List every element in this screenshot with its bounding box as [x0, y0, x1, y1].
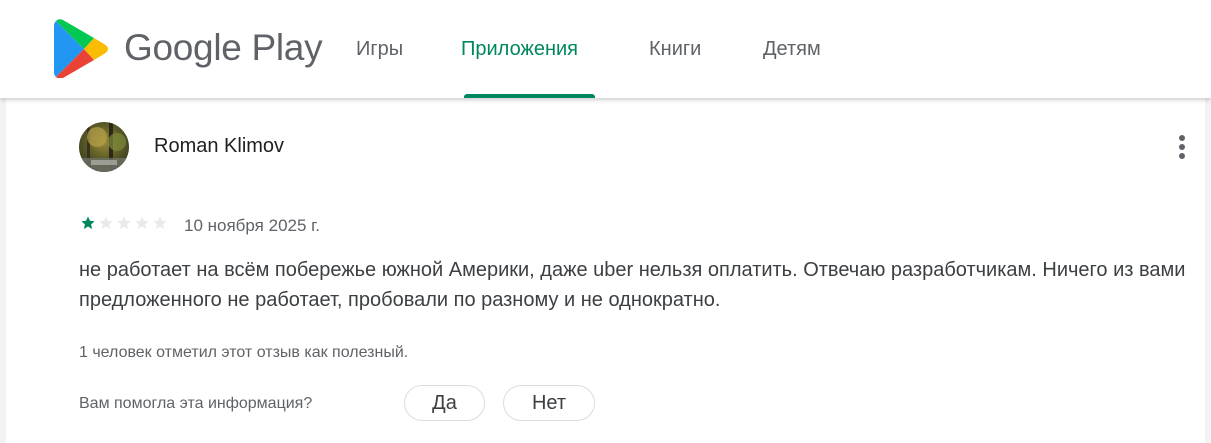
avatar: [79, 122, 129, 172]
top-app-bar: Google Play Игры Приложения Книги Детям: [0, 0, 1211, 98]
google-play-logo[interactable]: Google Play: [54, 18, 323, 78]
star-empty-icon: [99, 216, 113, 229]
no-button[interactable]: Нет: [503, 385, 595, 421]
google-play-logo-icon: [54, 18, 108, 78]
star-filled-icon: [81, 216, 95, 229]
active-tab-indicator: [464, 94, 595, 98]
nav-tab-games[interactable]: Игры: [356, 0, 403, 98]
review-text: не работает на всём побережье южной Амер…: [79, 259, 1186, 311]
star-empty-icon: [135, 216, 149, 229]
helpful-question: Вам помогла эта информация?: [79, 395, 313, 412]
left-edge: [0, 98, 6, 443]
star-empty-icon: [117, 216, 131, 229]
review-date: 10 ноября 2025 г.: [184, 216, 320, 235]
right-edge: [1205, 98, 1211, 443]
nav-tab-apps[interactable]: Приложения: [461, 0, 578, 98]
play-store-review-page: Google Play Игры Приложения Книги Детям: [0, 0, 1211, 443]
star-rating: [80, 215, 168, 231]
reviewer-name: Roman Klimov: [154, 135, 285, 157]
logo-text: Google Play: [124, 27, 323, 68]
more-vert-icon[interactable]: [1167, 129, 1197, 165]
yes-button[interactable]: Да: [404, 385, 485, 421]
helpful-count: 1 человек отметил этот отзыв как полезны…: [79, 344, 409, 361]
star-empty-icon: [153, 216, 167, 229]
nav-tab-kids[interactable]: Детям: [763, 0, 821, 98]
nav-tab-books[interactable]: Книги: [649, 0, 701, 98]
